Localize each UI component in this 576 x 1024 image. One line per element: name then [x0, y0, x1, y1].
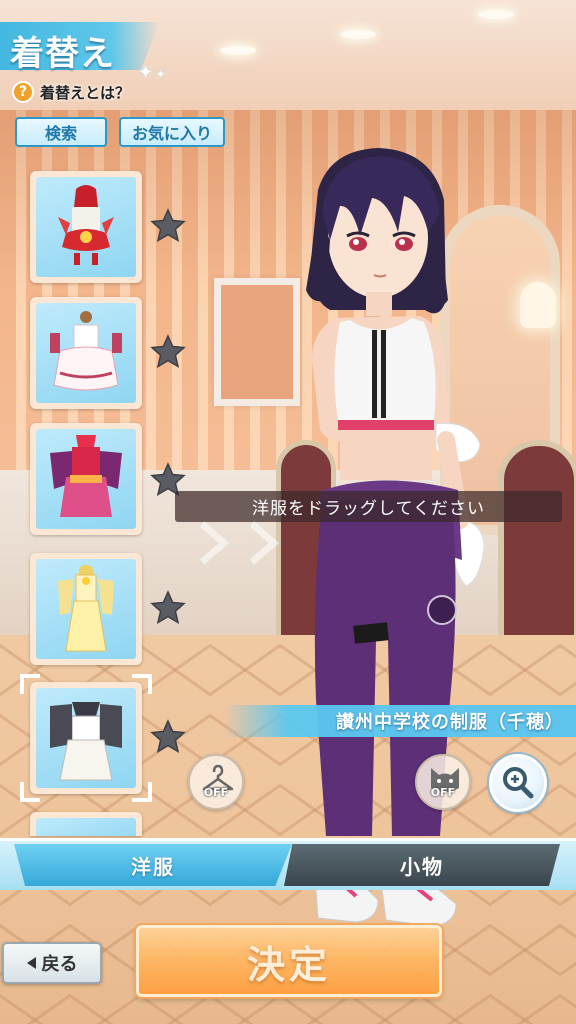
outfit-item[interactable] — [30, 553, 142, 665]
help-link[interactable]: ? 着替えとは？ — [12, 80, 130, 104]
favorite-star-icon[interactable] — [150, 208, 186, 244]
cat-toggle-label: OFF — [430, 786, 456, 799]
drag-arrows-icon — [199, 521, 280, 565]
favorite-star-icon[interactable] — [150, 590, 186, 626]
magnifier-plus-icon — [503, 767, 534, 799]
favorites-button[interactable]: お気に入り — [119, 117, 225, 147]
hanger-toggle-label: OFF — [203, 786, 229, 799]
favorite-star-icon[interactable] — [150, 719, 186, 755]
page-title: 着替え — [10, 34, 115, 74]
selected-outfit-name: 讃州中学校の制服（千穂） — [224, 705, 576, 737]
favorite-star-icon[interactable] — [150, 334, 186, 370]
drag-hint: 洋服をドラッグしてください — [175, 491, 562, 522]
search-button[interactable]: 検索 — [15, 117, 107, 147]
sparkle-icon: ✦ — [138, 62, 154, 83]
confirm-button[interactable]: 決定 — [136, 925, 442, 997]
white-pink-dress-outfit-icon — [36, 303, 136, 403]
tab-clothes[interactable]: 洋服 — [14, 844, 292, 886]
outfit-item-selected[interactable] — [30, 682, 142, 794]
outfit-item[interactable] — [30, 423, 142, 535]
outfit-item[interactable] — [30, 171, 142, 283]
back-button[interactable]: 戻る — [2, 942, 102, 984]
outfit-item[interactable] — [30, 297, 142, 409]
kimono-outfit-icon — [36, 429, 136, 529]
sparkle-icon: ✦ — [156, 68, 166, 81]
back-label: 戻る — [41, 954, 78, 974]
tab-accessories[interactable]: 小物 — [284, 844, 560, 886]
outfit-item-partial[interactable] — [30, 812, 142, 836]
question-icon: ? — [12, 81, 34, 103]
hanger-toggle-button[interactable]: OFF — [188, 754, 244, 810]
back-arrow-icon — [26, 957, 36, 969]
outfit-thumbnail — [36, 818, 136, 836]
zoom-button[interactable] — [489, 754, 547, 812]
red-festival-outfit-icon — [36, 177, 136, 277]
school-uniform-outfit-icon — [36, 688, 136, 788]
yellow-dress-outfit-icon — [36, 559, 136, 659]
help-label: 着替えとは？ — [40, 83, 131, 102]
cat-toggle-button[interactable]: OFF — [415, 754, 471, 810]
